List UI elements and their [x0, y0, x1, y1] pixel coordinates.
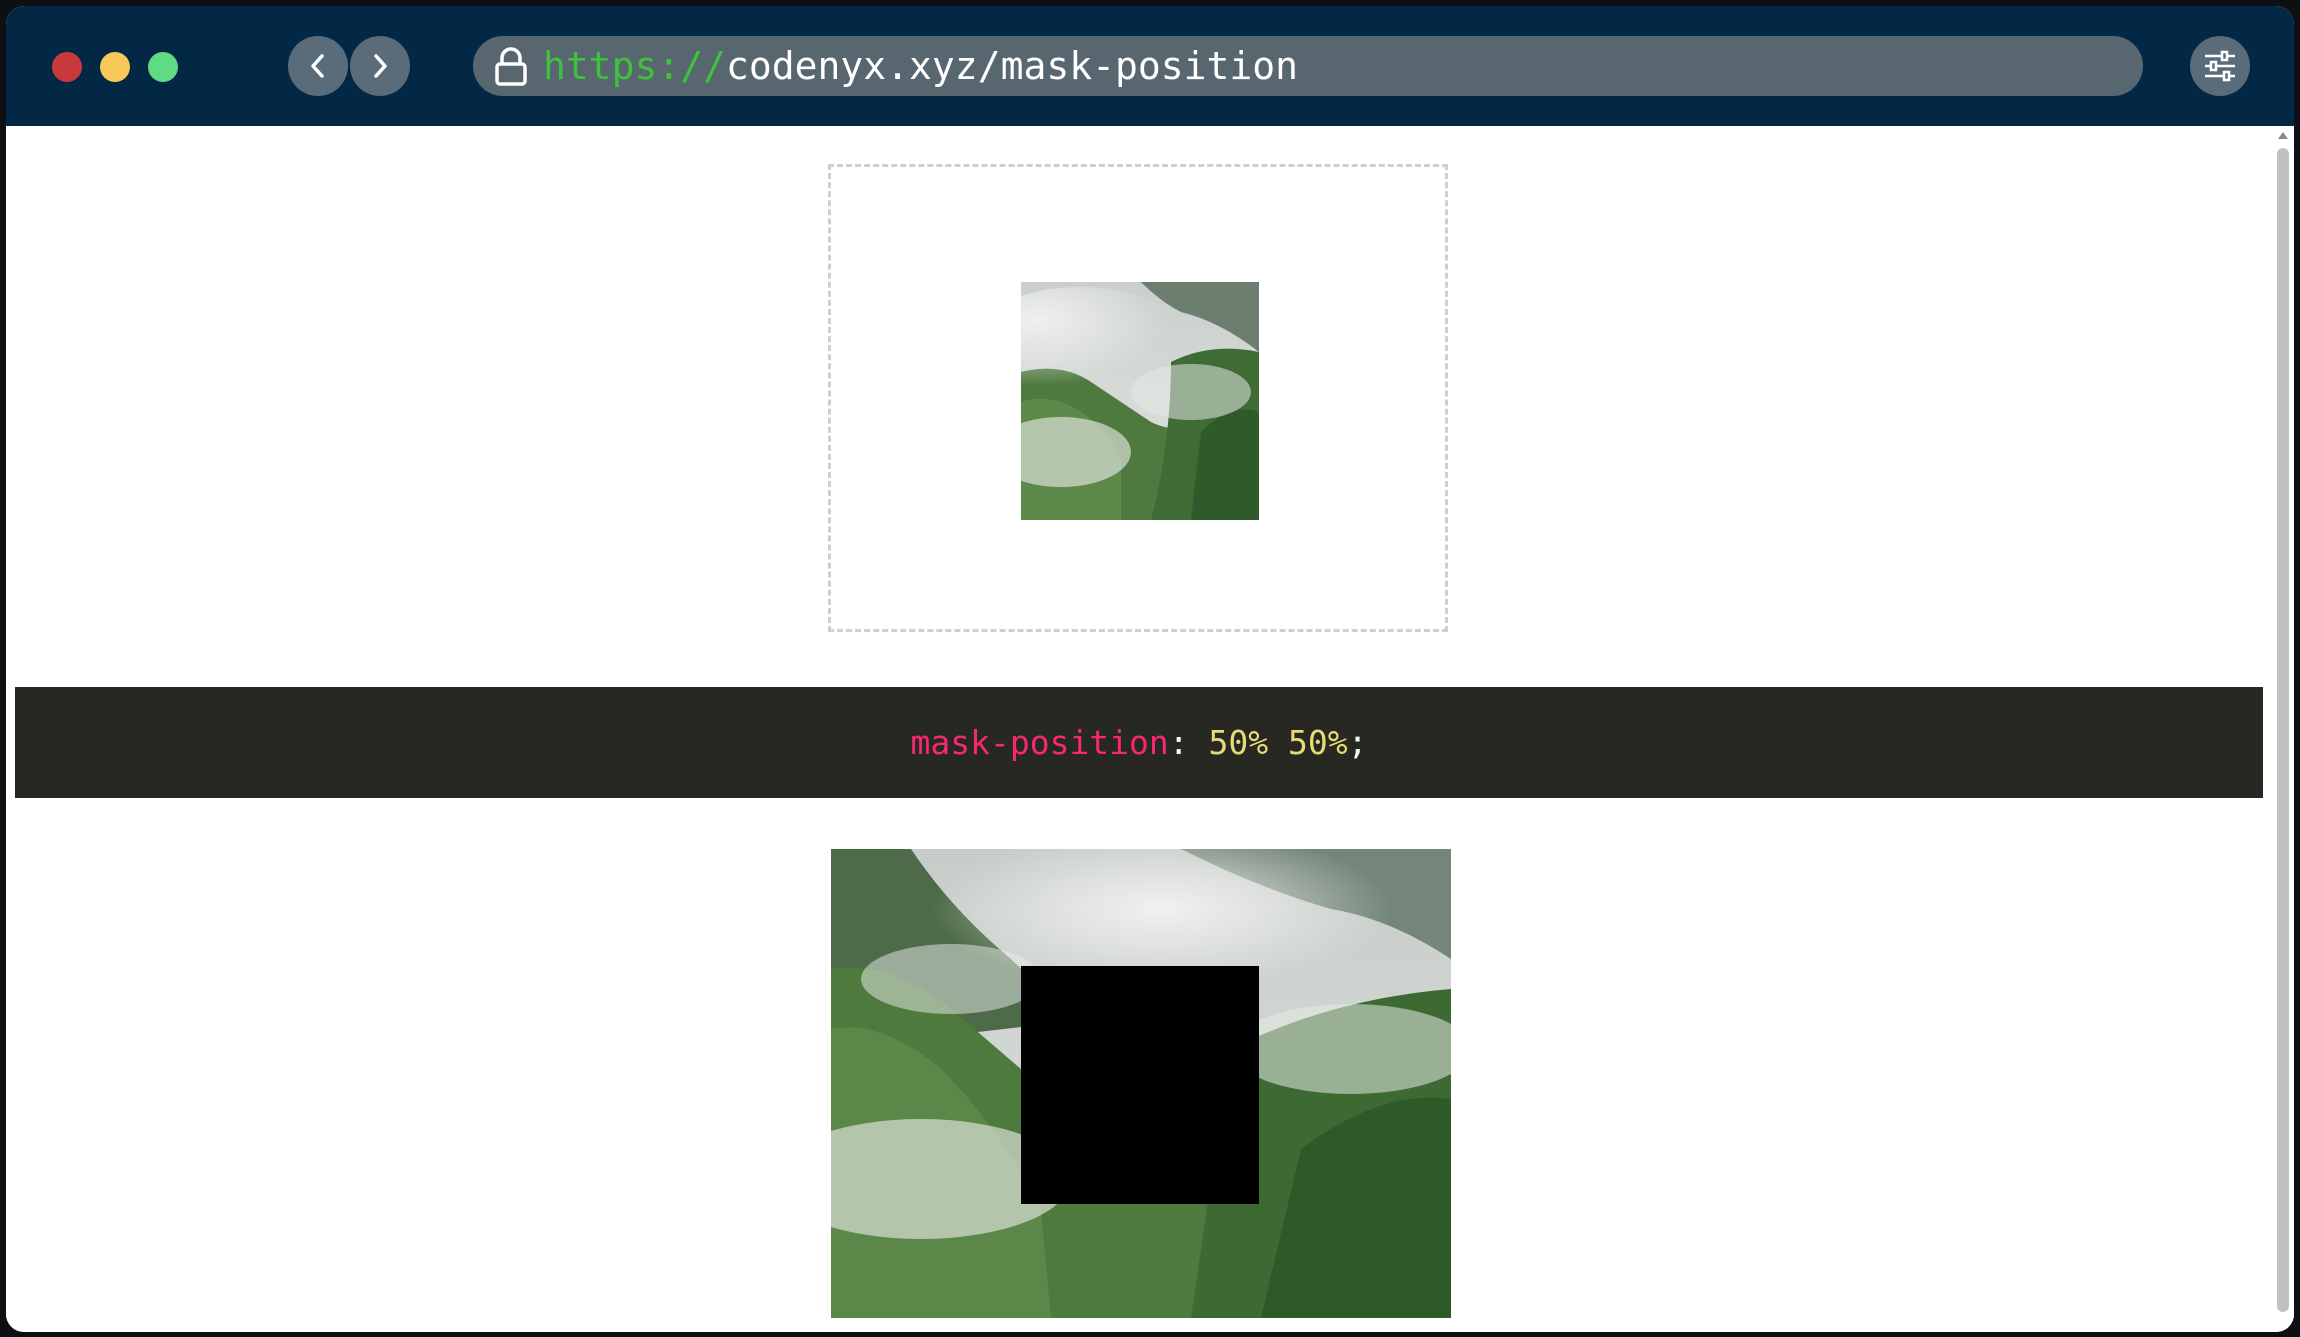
css-property: mask-position	[910, 723, 1169, 762]
close-window-button[interactable]	[52, 52, 82, 82]
code-line: mask-position: 50% 50%;	[15, 687, 2263, 798]
css-colon: :	[1168, 723, 1189, 762]
mask-square	[1021, 966, 1259, 1204]
code-snippet: mask-position: 50% 50%;	[15, 687, 2263, 798]
address-bar[interactable]: https://codenyx.xyz/mask-position	[473, 36, 2143, 96]
css-semicolon: ;	[1347, 723, 1368, 762]
maximize-window-button[interactable]	[148, 52, 178, 82]
chevron-left-icon	[311, 54, 324, 78]
sliders-icon	[2205, 50, 2235, 82]
css-value: 50% 50%	[1208, 723, 1348, 762]
url-scheme: https://	[543, 44, 727, 88]
back-button[interactable]	[288, 36, 348, 96]
url-path: codenyx.xyz/mask-position	[726, 44, 1298, 88]
url-text[interactable]: https://codenyx.xyz/mask-position	[543, 42, 1298, 90]
masked-forest-image	[1021, 282, 1259, 520]
minimize-window-button[interactable]	[100, 52, 130, 82]
settings-button[interactable]	[2190, 36, 2250, 96]
scroll-up-arrow-icon[interactable]	[2278, 132, 2288, 139]
browser-toolbar: https://codenyx.xyz/mask-position	[6, 6, 2294, 126]
scrollbar-thumb[interactable]	[2277, 148, 2289, 1312]
browser-window: https://codenyx.xyz/mask-position mask-p…	[6, 6, 2294, 1332]
page-content: mask-position: 50% 50%;	[6, 126, 2294, 1332]
page-scrollbar[interactable]	[2272, 128, 2294, 1332]
forward-button[interactable]	[350, 36, 410, 96]
lock-icon	[495, 47, 527, 86]
chevron-right-icon	[374, 54, 387, 78]
